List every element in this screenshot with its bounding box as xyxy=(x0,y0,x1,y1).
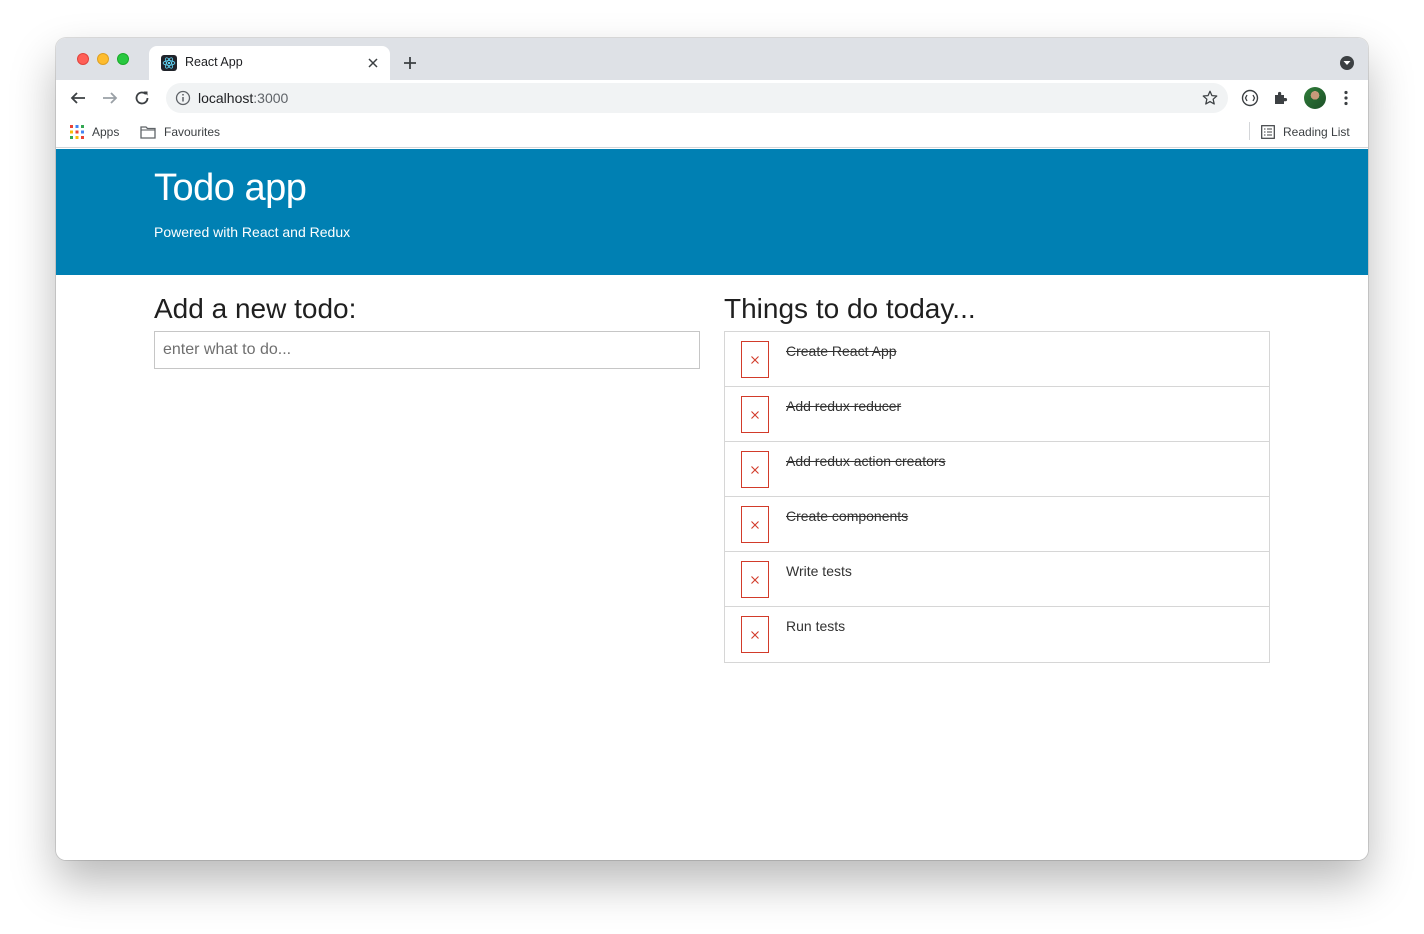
reading-list-label: Reading List xyxy=(1283,125,1350,139)
todo-item[interactable]: Run tests xyxy=(725,607,1269,662)
url-text[interactable]: localhost:3000 xyxy=(198,90,288,106)
delete-x-icon xyxy=(751,575,759,584)
bookmark-apps[interactable]: Apps xyxy=(70,124,119,140)
browser-window: React App localhost:3000 Apps Favourites… xyxy=(56,38,1368,860)
app-subtitle: Powered with React and Redux xyxy=(154,224,351,240)
url-host: localhost xyxy=(198,90,254,106)
todo-text[interactable]: Add redux reducer xyxy=(786,398,901,414)
bookmarks-separator xyxy=(1249,122,1250,140)
bookmark-star-icon[interactable] xyxy=(1201,89,1219,107)
todo-item[interactable]: Add redux reducer xyxy=(725,387,1269,442)
todo-text[interactable]: Create components xyxy=(786,508,908,524)
todo-text[interactable]: Run tests xyxy=(786,618,845,634)
back-arrow-icon[interactable] xyxy=(68,88,88,108)
todo-text[interactable]: Create React App xyxy=(786,343,897,359)
maximize-window-button[interactable] xyxy=(117,53,129,65)
todo-item[interactable]: Create components xyxy=(725,497,1269,552)
delete-todo-button[interactable] xyxy=(741,561,769,598)
react-logo-icon xyxy=(161,55,177,71)
delete-x-icon xyxy=(751,630,759,639)
app-header: Todo app Powered with React and Redux xyxy=(56,149,1368,275)
delete-x-icon xyxy=(751,465,759,474)
todo-item[interactable]: Create React App xyxy=(725,332,1269,387)
new-tab-icon[interactable] xyxy=(400,53,420,73)
browser-toolbar: localhost:3000 xyxy=(56,80,1368,116)
delete-todo-button[interactable] xyxy=(741,451,769,488)
todo-item[interactable]: Write tests xyxy=(725,552,1269,607)
todo-item[interactable]: Add redux action creators xyxy=(725,442,1269,497)
extension-icon[interactable] xyxy=(1241,89,1259,107)
bookmark-favourites-label: Favourites xyxy=(164,125,221,139)
reload-icon[interactable] xyxy=(132,88,152,108)
todo-list: Create React App Add redux reducer Add r… xyxy=(724,331,1270,663)
minimize-window-button[interactable] xyxy=(97,53,109,65)
browser-tab[interactable]: React App xyxy=(149,46,390,80)
todo-text[interactable]: Add redux action creators xyxy=(786,453,946,469)
close-tab-icon[interactable] xyxy=(364,54,382,72)
todo-input[interactable] xyxy=(154,331,700,369)
delete-x-icon xyxy=(751,520,759,529)
puzzle-extensions-icon[interactable] xyxy=(1272,89,1290,107)
todo-text[interactable]: Write tests xyxy=(786,563,852,579)
address-bar[interactable]: localhost:3000 xyxy=(166,83,1228,113)
more-menu-icon[interactable] xyxy=(1337,89,1355,107)
folder-icon xyxy=(140,126,156,139)
tab-strip: React App xyxy=(56,38,1368,80)
bookmark-apps-label: Apps xyxy=(92,125,120,139)
delete-todo-button[interactable] xyxy=(741,396,769,433)
apps-grid-icon xyxy=(70,125,84,139)
app-title: Todo app xyxy=(154,167,307,209)
bookmark-favourites[interactable]: Favourites xyxy=(140,124,220,140)
bookmarks-bar: Apps Favourites Reading List xyxy=(56,116,1368,148)
close-window-button[interactable] xyxy=(77,53,89,65)
url-port: :3000 xyxy=(253,90,289,106)
tab-search-icon[interactable] xyxy=(1340,56,1354,70)
profile-avatar[interactable] xyxy=(1304,87,1326,109)
todo-list-heading: Things to do today... xyxy=(724,293,976,324)
reading-list-button[interactable]: Reading List xyxy=(1261,124,1350,140)
tab-title: React App xyxy=(185,55,243,69)
delete-x-icon xyxy=(751,355,759,364)
delete-todo-button[interactable] xyxy=(741,616,769,653)
delete-x-icon xyxy=(751,410,759,419)
add-todo-section: Add a new todo: xyxy=(154,292,700,369)
todo-list-section: Things to do today... Create React App A… xyxy=(724,292,1270,663)
add-todo-heading: Add a new todo: xyxy=(154,293,357,324)
delete-todo-button[interactable] xyxy=(741,341,769,378)
site-info-icon[interactable] xyxy=(175,90,191,106)
forward-arrow-icon[interactable] xyxy=(100,88,120,108)
delete-todo-button[interactable] xyxy=(741,506,769,543)
page-content: Todo app Powered with React and Redux Ad… xyxy=(56,149,1368,860)
reading-list-icon xyxy=(1261,125,1275,139)
